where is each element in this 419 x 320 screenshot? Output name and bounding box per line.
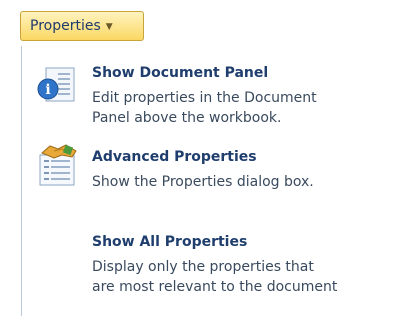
menu-item-advanced-properties[interactable]: Advanced Properties Show the Properties … [22,144,419,235]
desc-line: Display only the properties that [92,259,314,275]
properties-button-label: Properties [30,18,101,34]
menu-item-description: Edit properties in the Document Panel ab… [92,88,317,128]
menu-item-show-document-panel[interactable]: i Show Document Panel Edit properties in… [22,65,419,151]
svg-text:i: i [45,82,50,98]
desc-line: Show the Properties dialog box. [92,174,314,190]
menu-item-title: Advanced Properties [92,149,257,165]
desc-line: Panel above the workbook. [92,110,282,126]
document-panel-info-icon: i [36,65,80,105]
desc-line: are most relevant to the document [92,279,338,295]
properties-menu: i Show Document Panel Edit properties in… [21,46,419,316]
menu-item-show-all-properties[interactable]: Show All Properties Display only the pro… [22,234,419,320]
menu-item-title: Show Document Panel [92,65,269,81]
desc-line: Edit properties in the Document [92,90,317,106]
menu-item-description: Show the Properties dialog box. [92,172,314,192]
menu-item-title: Show All Properties [92,234,248,250]
properties-dropdown-button[interactable]: Properties ▼ [20,11,144,41]
menu-item-description: Display only the properties that are mos… [92,257,337,297]
advanced-properties-icon [36,143,80,186]
chevron-down-icon: ▼ [105,21,113,32]
